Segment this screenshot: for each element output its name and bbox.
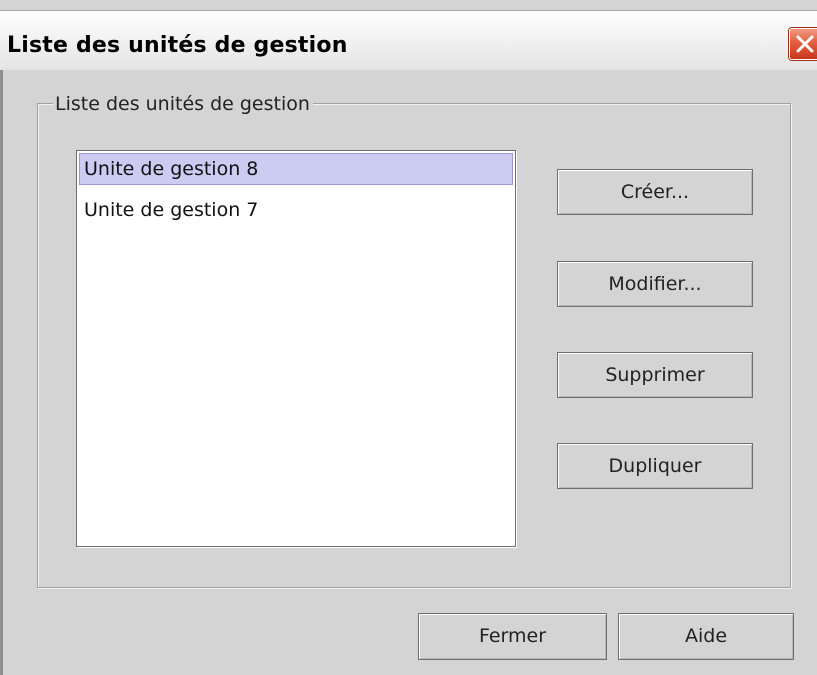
close-icon <box>796 35 814 53</box>
units-listbox[interactable]: Unite de gestion 8 Unite de gestion 7 <box>76 150 516 547</box>
dialog-window: Liste des unités de gestion Liste des un… <box>0 0 817 675</box>
delete-button[interactable]: Supprimer <box>557 352 753 398</box>
help-button[interactable]: Aide <box>618 613 794 660</box>
create-button[interactable]: Créer... <box>557 169 753 215</box>
title-bar[interactable]: Liste des unités de gestion <box>0 10 817 70</box>
list-item-label: Unite de gestion 7 <box>84 199 259 221</box>
close-window-button[interactable] <box>789 28 817 60</box>
list-item[interactable]: Unite de gestion 7 <box>79 194 513 226</box>
list-item-label: Unite de gestion 8 <box>84 158 259 180</box>
duplicate-button[interactable]: Dupliquer <box>557 443 753 489</box>
close-button[interactable]: Fermer <box>418 613 607 660</box>
modify-button[interactable]: Modifier... <box>557 261 753 307</box>
window-title: Liste des unités de gestion <box>7 33 348 58</box>
list-item[interactable]: Unite de gestion 8 <box>79 153 513 185</box>
groupbox-legend: Liste des unités de gestion <box>53 93 313 115</box>
